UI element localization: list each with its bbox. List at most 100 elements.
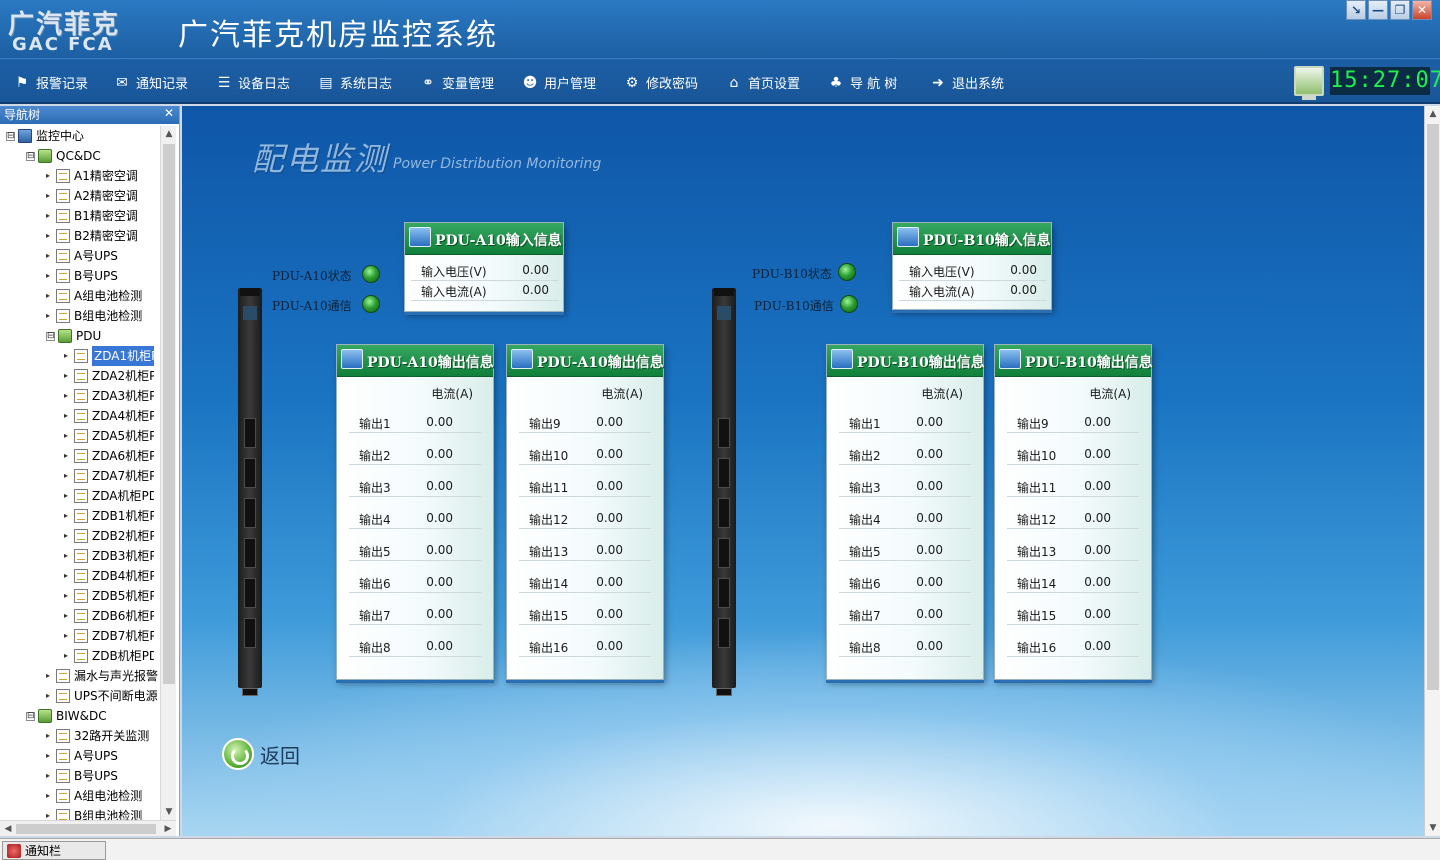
tree-leaf-arrow-icon: ▸ bbox=[46, 671, 51, 680]
notification-tab[interactable]: 通知栏 bbox=[2, 841, 106, 860]
tree-leaf-arrow-icon: ▸ bbox=[46, 231, 51, 240]
menu-user-management[interactable]: ☻ 用户管理 bbox=[522, 73, 596, 93]
tree-item[interactable]: ▸ A组电池检测 bbox=[46, 786, 142, 806]
panel-title: PDU-A10输入信息 bbox=[435, 233, 562, 249]
maximize-button[interactable]: ❐ bbox=[1390, 0, 1410, 20]
tree-item[interactable]: ▸ A号UPS bbox=[46, 746, 118, 766]
current-column-header: 电流(A) bbox=[1089, 387, 1131, 401]
close-button[interactable]: ✕ bbox=[1412, 0, 1432, 20]
tree-item[interactable]: ▸ ZDA1机柜P bbox=[64, 346, 154, 366]
tree-item[interactable]: ▸ ZDA5机柜P bbox=[64, 426, 154, 446]
tree-item[interactable]: ▸ A1精密空调 bbox=[46, 166, 138, 186]
menu-alarm-records[interactable]: ⚑ 报警记录 bbox=[14, 73, 88, 93]
tree-item-label: 漏水与声光报警 bbox=[74, 669, 158, 683]
pdu-b-comm-label: PDU-B10通信 bbox=[754, 299, 834, 313]
input-row: 输入电流(A) 0.00 bbox=[899, 281, 1047, 301]
tree-item[interactable]: ▸ ZDB3机柜P bbox=[64, 546, 154, 566]
menu-label: 通知记录 bbox=[136, 77, 189, 92]
document-icon bbox=[74, 529, 88, 543]
tree-item[interactable]: ▸ ZDB4机柜P bbox=[64, 566, 154, 586]
tree-item-label: A号UPS bbox=[74, 749, 118, 763]
scroll-thumb[interactable] bbox=[1427, 124, 1439, 690]
menu-nav-tree[interactable]: ♣ 导 航 树 bbox=[828, 73, 898, 93]
scroll-thumb[interactable] bbox=[16, 824, 156, 834]
nav-horizontal-scrollbar[interactable]: ◀ ▶ bbox=[0, 820, 176, 836]
tree-item[interactable]: ⊟ QC&DC bbox=[26, 146, 101, 166]
scroll-thumb[interactable] bbox=[163, 144, 175, 684]
menu-change-password[interactable]: ⚙ 修改密码 bbox=[624, 73, 698, 93]
document-icon bbox=[56, 209, 70, 223]
scroll-up-icon[interactable]: ▲ bbox=[1425, 106, 1440, 122]
tree-item[interactable]: ▸ ZDA2机柜P bbox=[64, 366, 154, 386]
window-controls: ↘ — ❐ ✕ bbox=[1346, 0, 1432, 20]
tree-item[interactable]: ▸ 32路开关监测 bbox=[46, 726, 149, 746]
tree-collapse-icon[interactable]: ⊟ bbox=[26, 151, 35, 161]
document-icon bbox=[74, 569, 88, 583]
tree-item[interactable]: ⊟ 监控中心 bbox=[6, 126, 84, 146]
tree-item[interactable]: ⊟ BIW&DC bbox=[26, 706, 107, 726]
menu-device-log[interactable]: ☰ 设备日志 bbox=[216, 73, 290, 93]
tree-item[interactable]: ▸ B组电池检测 bbox=[46, 306, 142, 326]
tree-item[interactable]: ▸ B1精密空调 bbox=[46, 206, 138, 226]
menu-variable-management[interactable]: ⚭ 变量管理 bbox=[420, 73, 494, 93]
tree-item[interactable]: ▸ A组电池检测 bbox=[46, 286, 142, 306]
scroll-up-icon[interactable]: ▲ bbox=[161, 126, 177, 142]
tree-item[interactable]: ▸ B2精密空调 bbox=[46, 226, 138, 246]
minimize-button[interactable]: — bbox=[1368, 0, 1388, 20]
tree-item[interactable]: ▸ UPS不间断电源 bbox=[46, 686, 158, 706]
document-icon bbox=[74, 629, 88, 643]
scroll-down-icon[interactable]: ▼ bbox=[1425, 820, 1440, 836]
nav-vertical-scrollbar[interactable]: ▲ ▼ bbox=[160, 126, 176, 820]
monitor-icon bbox=[341, 349, 363, 369]
tree-leaf-arrow-icon: ▸ bbox=[64, 491, 69, 500]
scroll-right-icon[interactable]: ▶ bbox=[160, 821, 176, 837]
tree-collapse-icon[interactable]: ⊟ bbox=[46, 331, 55, 341]
tree-item[interactable]: ▸ ZDB机柜PD bbox=[64, 646, 154, 666]
tree-item[interactable]: ▸ 漏水与声光报警 bbox=[46, 666, 158, 686]
current-column-header: 电流(A) bbox=[601, 387, 643, 401]
output-row: 输出3 0.00 bbox=[349, 477, 481, 497]
tree-item[interactable]: ▸ ZDA7机柜P bbox=[64, 466, 154, 486]
close-icon[interactable]: ✕ bbox=[162, 107, 176, 121]
menu-system-log[interactable]: ▤ 系统日志 bbox=[318, 73, 393, 93]
row-value: 0.00 bbox=[1084, 543, 1111, 557]
pdu-a-status-label: PDU-A10状态 bbox=[272, 269, 352, 283]
menu-notify-records[interactable]: ✉ 通知记录 bbox=[114, 73, 189, 93]
tree-item[interactable]: ⊟ PDU bbox=[46, 326, 101, 346]
tree-item[interactable]: ▸ B号UPS bbox=[46, 266, 118, 286]
menu-homepage-settings[interactable]: ⌂ 首页设置 bbox=[726, 73, 800, 93]
pdu-a-comm-led-icon bbox=[362, 295, 380, 313]
document-icon bbox=[74, 409, 88, 423]
tree-item[interactable]: ▸ ZDB1机柜P bbox=[64, 506, 154, 526]
app-title: 广汽菲克机房监控系统 bbox=[178, 18, 498, 53]
tree-item[interactable]: ▸ ZDA3机柜P bbox=[64, 386, 154, 406]
menu-exit-system[interactable]: ➜ 退出系统 bbox=[930, 73, 1004, 93]
tree-item[interactable]: ▸ ZDA4机柜P bbox=[64, 406, 154, 426]
tree-item[interactable]: ▸ ZDB2机柜P bbox=[64, 526, 154, 546]
tree-item[interactable]: ▸ ZDA机柜PD bbox=[64, 486, 154, 506]
document-icon bbox=[56, 269, 70, 283]
tree-item[interactable]: ▸ B号UPS bbox=[46, 766, 118, 786]
scroll-left-icon[interactable]: ◀ bbox=[0, 821, 16, 837]
menu-label: 系统日志 bbox=[340, 77, 393, 92]
back-button[interactable]: 返回 bbox=[222, 738, 300, 770]
page-title: 配电监测 bbox=[252, 140, 389, 178]
output-row: 输出9 0.00 bbox=[1007, 413, 1139, 433]
output-row: 输出14 0.00 bbox=[1007, 573, 1139, 593]
restore-down-icon[interactable]: ↘ bbox=[1346, 0, 1366, 20]
tree-item[interactable]: ▸ ZDB7机柜P bbox=[64, 626, 154, 646]
tree-item[interactable]: ▸ A号UPS bbox=[46, 246, 118, 266]
tree-item[interactable]: ▸ A2精密空调 bbox=[46, 186, 138, 206]
monitor-icon[interactable] bbox=[1294, 66, 1324, 100]
tree-item-label: ZDA4机柜P bbox=[92, 409, 154, 423]
tree-item[interactable]: ▸ ZDA6机柜P bbox=[64, 446, 154, 466]
tree-item[interactable]: ▸ ZDB6机柜P bbox=[64, 606, 154, 626]
tree-item[interactable]: ▸ ZDB5机柜P bbox=[64, 586, 154, 606]
nav-tree-title: 导航树 ✕ bbox=[0, 106, 179, 124]
tree-item[interactable]: ▸ B组电池检测 bbox=[46, 806, 142, 820]
row-value: 0.00 bbox=[596, 575, 623, 589]
scroll-down-icon[interactable]: ▼ bbox=[161, 804, 177, 820]
tree-collapse-icon[interactable]: ⊟ bbox=[6, 131, 15, 141]
main-vertical-scrollbar[interactable]: ▲ ▼ bbox=[1424, 106, 1440, 836]
tree-collapse-icon[interactable]: ⊟ bbox=[26, 711, 35, 721]
